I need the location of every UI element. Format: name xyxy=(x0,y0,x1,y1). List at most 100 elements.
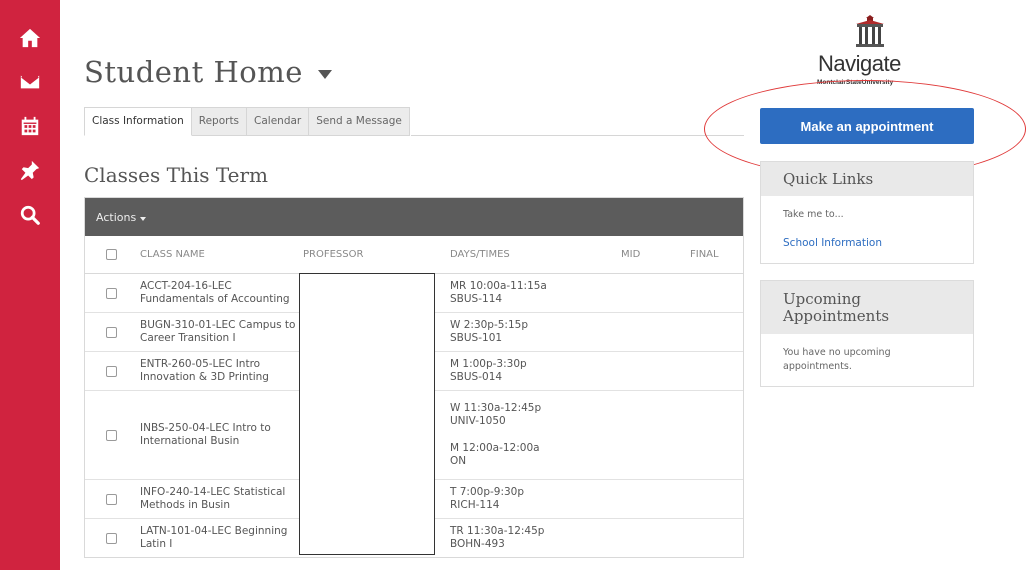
mid-cell xyxy=(619,274,683,312)
meeting-time: TR 11:30a-12:45p xyxy=(450,525,545,537)
class-name-cell: LATN-101-04-LEC Beginning Latin I xyxy=(137,519,300,557)
meeting-room: ON xyxy=(450,455,467,467)
class-name-line: Innovation & 3D Printing xyxy=(140,371,269,383)
class-name-line: INBS-250-04-LEC Intro to xyxy=(140,422,271,434)
final-cell xyxy=(683,391,743,479)
class-name-cell: INBS-250-04-LEC Intro to International Bu… xyxy=(137,391,300,479)
nav-home-button[interactable] xyxy=(0,18,60,58)
class-name-cell: INFO-240-14-LEC Statistical Methods in Bu… xyxy=(137,480,300,518)
meeting-room: SBUS-114 xyxy=(450,293,503,305)
final-cell xyxy=(683,519,743,557)
days-times-cell: W 11:30a-12:45p UNIV-1050 M 12:00a-12:00… xyxy=(447,391,619,479)
class-name-line: LATN-101-04-LEC Beginning xyxy=(140,525,288,537)
row-checkbox[interactable] xyxy=(105,493,117,505)
meeting-room: RICH-114 xyxy=(450,499,500,511)
building-icon xyxy=(856,15,884,47)
row-checkbox-cell xyxy=(85,519,137,557)
class-name-line: Fundamentals of Accounting xyxy=(140,293,290,305)
nav-search-button[interactable] xyxy=(0,195,60,235)
actions-bar: Actions xyxy=(85,198,743,236)
class-name-line: ENTR-260-05-LEC Intro xyxy=(140,358,261,370)
days-times-cell: MR 10:00a-11:15a SBUS-114 xyxy=(447,274,619,312)
mid-cell xyxy=(619,480,683,518)
classes-section-title: Classes This Term xyxy=(84,163,268,187)
class-name-line: International Busin xyxy=(140,435,240,447)
logo-wordmark: Navigate xyxy=(818,51,901,76)
class-name-line: INFO-240-14-LEC Statistical xyxy=(140,486,286,498)
nav-calendar-button[interactable] xyxy=(0,106,60,146)
nav-pin-button[interactable] xyxy=(0,150,60,190)
row-checkbox[interactable] xyxy=(105,365,117,377)
meeting-time: W 11:30a-12:45p xyxy=(450,402,542,414)
meeting-room: SBUS-101 xyxy=(450,332,503,344)
final-cell xyxy=(683,480,743,518)
tab-bar-divider xyxy=(411,135,744,136)
row-checkbox-cell xyxy=(85,391,137,479)
class-name-line: ACCT-204-16-LEC xyxy=(140,280,232,292)
pushpin-icon xyxy=(20,160,40,181)
meeting-spacer xyxy=(450,428,619,442)
class-name-line: Latin I xyxy=(140,538,173,550)
logo-university-name: MontclairStateUniversity xyxy=(817,79,894,86)
class-name-line: Career Transition I xyxy=(140,332,236,344)
professor-redaction-box xyxy=(299,273,435,555)
calendar-icon xyxy=(21,116,39,136)
quick-links-panel: Quick Links Take me to... School Informa… xyxy=(760,161,974,264)
class-name-line: BUGN-310-01-LEC Campus to xyxy=(140,319,296,331)
upcoming-appointments-panel: Upcoming Appointments You have no upcomi… xyxy=(760,280,974,387)
mid-cell xyxy=(619,313,683,351)
meeting-time: MR 10:00a-11:15a xyxy=(450,280,547,292)
mid-cell xyxy=(619,519,683,557)
row-checkbox-cell xyxy=(85,480,137,518)
column-header-days-times[interactable]: DAYS/TIMES xyxy=(447,248,619,261)
row-checkbox[interactable] xyxy=(105,532,117,544)
quick-links-prompt: Take me to... xyxy=(783,209,844,220)
select-all-checkbox[interactable] xyxy=(105,249,117,260)
table-header-row: CLASS NAME PROFESSOR DAYS/TIMES MID FINA… xyxy=(85,236,743,274)
column-header-final[interactable]: FINAL xyxy=(683,249,743,260)
meeting-time: W 2:30p-5:15p xyxy=(450,319,528,331)
row-checkbox[interactable] xyxy=(105,326,117,338)
tab-class-information[interactable]: Class Information xyxy=(84,107,192,136)
tab-reports[interactable]: Reports xyxy=(191,107,248,136)
school-information-link[interactable]: School Information xyxy=(783,237,951,249)
final-cell xyxy=(683,274,743,312)
mid-cell xyxy=(619,391,683,479)
nav-messages-button[interactable] xyxy=(0,62,60,102)
quick-links-body: Take me to... School Information xyxy=(761,196,973,263)
row-checkbox-cell xyxy=(85,274,137,312)
meeting-room: UNIV-1050 xyxy=(450,415,506,427)
tab-calendar[interactable]: Calendar xyxy=(247,107,310,136)
nav-rail xyxy=(0,0,60,570)
tab-bar: Class Information Reports Calendar Send … xyxy=(84,107,410,136)
upcoming-appointments-empty-text: You have no upcoming appointments. xyxy=(783,347,891,372)
row-checkbox-cell xyxy=(85,313,137,351)
home-icon xyxy=(19,28,41,48)
actions-menu-button[interactable]: Actions xyxy=(96,210,147,224)
days-times-cell: T 7:00p-9:30p RICH-114 xyxy=(447,480,619,518)
actions-caret-icon xyxy=(140,216,147,221)
make-appointment-button[interactable]: Make an appointment xyxy=(760,108,974,144)
column-header-professor[interactable]: PROFESSOR xyxy=(300,249,447,260)
row-checkbox[interactable] xyxy=(105,287,117,299)
meeting-time: T 7:00p-9:30p xyxy=(450,486,525,498)
tab-send-a-message[interactable]: Send a Message xyxy=(309,107,410,136)
column-header-class-name[interactable]: CLASS NAME xyxy=(137,248,300,261)
days-times-cell: M 1:00p-3:30p SBUS-014 xyxy=(447,352,619,390)
column-header-mid[interactable]: MID xyxy=(619,249,683,260)
final-cell xyxy=(683,313,743,351)
title-dropdown-caret-icon[interactable] xyxy=(318,70,332,79)
class-name-line: Methods in Busin xyxy=(140,499,230,511)
class-name-cell: ENTR-260-05-LEC Intro Innovation & 3D Pri… xyxy=(137,352,300,390)
select-all-cell xyxy=(85,249,137,260)
class-name-cell: ACCT-204-16-LEC Fundamentals of Accountin… xyxy=(137,274,300,312)
actions-label: Actions xyxy=(96,210,137,224)
final-cell xyxy=(683,352,743,390)
meeting-time: M 1:00p-3:30p xyxy=(450,358,527,370)
row-checkbox[interactable] xyxy=(105,429,117,441)
quick-links-title: Quick Links xyxy=(761,162,973,196)
search-icon xyxy=(20,205,40,225)
mid-cell xyxy=(619,352,683,390)
upcoming-appointments-title: Upcoming Appointments xyxy=(761,281,973,334)
navigate-logo: Navigate MontclairStateUniversity xyxy=(808,14,923,94)
